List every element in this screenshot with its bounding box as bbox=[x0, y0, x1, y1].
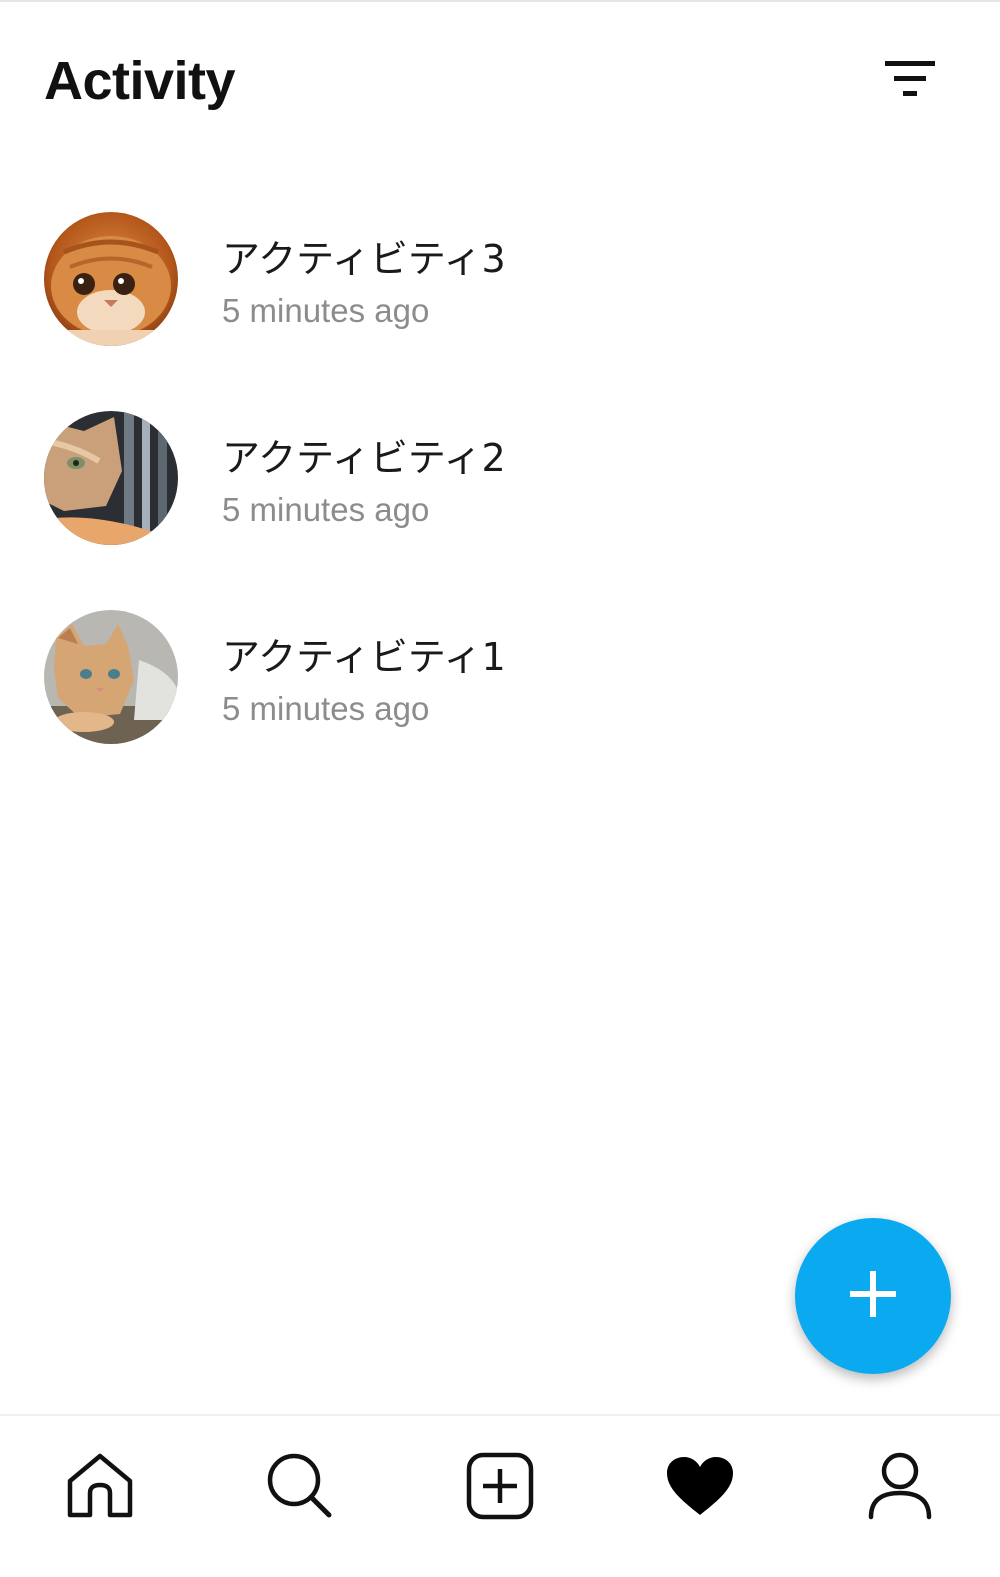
nav-activity[interactable] bbox=[600, 1416, 800, 1577]
list-item[interactable]: アクティビティ3 5 minutes ago bbox=[0, 212, 1000, 411]
avatar bbox=[44, 610, 178, 744]
activity-time: 5 minutes ago bbox=[222, 491, 430, 528]
list-item[interactable]: アクティビティ1 5 minutes ago bbox=[0, 610, 1000, 809]
avatar bbox=[44, 411, 178, 545]
nav-home[interactable] bbox=[0, 1416, 200, 1577]
bottom-nav bbox=[0, 1414, 1000, 1577]
filter-button[interactable] bbox=[870, 46, 954, 116]
activity-list: アクティビティ3 5 minutes ago アクティビティ2 5 minute… bbox=[0, 212, 1000, 809]
nav-search[interactable] bbox=[200, 1416, 400, 1577]
add-button[interactable] bbox=[795, 1218, 951, 1374]
activity-time: 5 minutes ago bbox=[222, 690, 430, 727]
list-item[interactable]: アクティビティ2 5 minutes ago bbox=[0, 411, 1000, 610]
profile-icon bbox=[865, 1451, 935, 1526]
filter-icon bbox=[884, 59, 940, 104]
activity-title: アクティビティ3 bbox=[222, 237, 506, 281]
activity-time: 5 minutes ago bbox=[222, 292, 430, 329]
activity-title: アクティビティ2 bbox=[222, 436, 506, 480]
home-icon bbox=[65, 1451, 135, 1526]
add-post-icon bbox=[465, 1451, 535, 1526]
nav-add-post[interactable] bbox=[400, 1416, 600, 1577]
search-icon bbox=[265, 1451, 335, 1526]
plus-icon bbox=[848, 1269, 898, 1324]
heart-icon bbox=[665, 1455, 735, 1522]
app-bar: Activity bbox=[0, 2, 1000, 162]
avatar bbox=[44, 212, 178, 346]
activity-title: アクティビティ1 bbox=[222, 635, 506, 679]
activity-screen: Activity アクティビティ3 5 minutes ago アクティビティ2… bbox=[0, 0, 1000, 1577]
nav-profile[interactable] bbox=[800, 1416, 1000, 1577]
page-title: Activity bbox=[44, 51, 236, 111]
